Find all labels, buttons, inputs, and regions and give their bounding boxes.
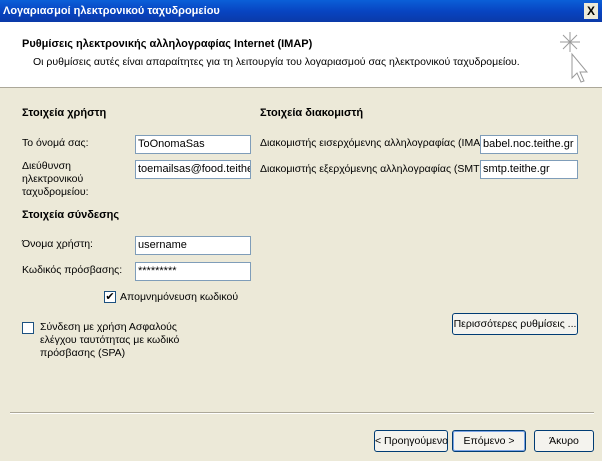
cancel-button[interactable]: Άκυρο bbox=[534, 430, 594, 452]
outgoing-server-label: Διακομιστής εξερχόμενης αλληλογραφίας (S… bbox=[260, 163, 494, 175]
page-title: Ρυθμίσεις ηλεκτρονικής αλληλογραφίας Int… bbox=[22, 38, 313, 50]
username-field[interactable]: username bbox=[135, 236, 251, 255]
title-bar: Λογαριασμοί ηλεκτρονικού ταχυδρομείου X bbox=[0, 0, 602, 22]
back-button[interactable]: < Προηγούμενο bbox=[374, 430, 448, 452]
footer-divider bbox=[10, 412, 594, 414]
username-label: Όνομα χρήστη: bbox=[22, 238, 93, 250]
name-label: Το όνομά σας: bbox=[22, 137, 89, 149]
email-field[interactable]: toemailsas@food.teithe.gr bbox=[135, 160, 251, 179]
server-info-title: Στοιχεία διακομιστή bbox=[260, 107, 364, 119]
remember-password-label: Απομνημόνευση κωδικού bbox=[120, 291, 239, 303]
wizard-sparkle-icon bbox=[560, 32, 589, 83]
spa-checkbox[interactable] bbox=[22, 322, 34, 334]
incoming-server-field[interactable]: babel.noc.teithe.gr bbox=[480, 135, 578, 154]
password-label: Κωδικός πρόσβασης: bbox=[22, 264, 123, 276]
incoming-server-label: Διακομιστής εισερχόμενης αλληλογραφίας (… bbox=[260, 137, 494, 149]
more-settings-button[interactable]: Περισσότερες ρυθμίσεις ... bbox=[452, 313, 578, 335]
outgoing-server-field[interactable]: smtp.teithe.gr bbox=[480, 160, 578, 179]
password-field[interactable]: ********* bbox=[135, 262, 251, 281]
name-field[interactable]: ToOnomaSas bbox=[135, 135, 251, 154]
remember-password-checkbox[interactable]: ✔ bbox=[104, 291, 116, 303]
window-title: Λογαριασμοί ηλεκτρονικού ταχυδρομείου bbox=[3, 5, 220, 17]
page-subtitle: Οι ρυθμίσεις αυτές είναι απαραίτητες για… bbox=[33, 56, 520, 68]
account-settings-window: Λογαριασμοί ηλεκτρονικού ταχυδρομείου X … bbox=[0, 0, 602, 461]
email-label: Διεύθυνση ηλεκτρονικού ταχυδρομείου: bbox=[22, 160, 89, 198]
user-info-title: Στοιχεία χρήστη bbox=[22, 107, 107, 119]
header-panel: Ρυθμίσεις ηλεκτρονικής αλληλογραφίας Int… bbox=[0, 22, 602, 88]
spa-label: Σύνδεση με χρήση Ασφαλούς ελέγχου ταυτότ… bbox=[40, 321, 180, 359]
next-button[interactable]: Επόμενο > bbox=[452, 430, 526, 452]
login-info-title: Στοιχεία σύνδεσης bbox=[22, 209, 120, 221]
close-button[interactable]: X bbox=[584, 3, 598, 19]
